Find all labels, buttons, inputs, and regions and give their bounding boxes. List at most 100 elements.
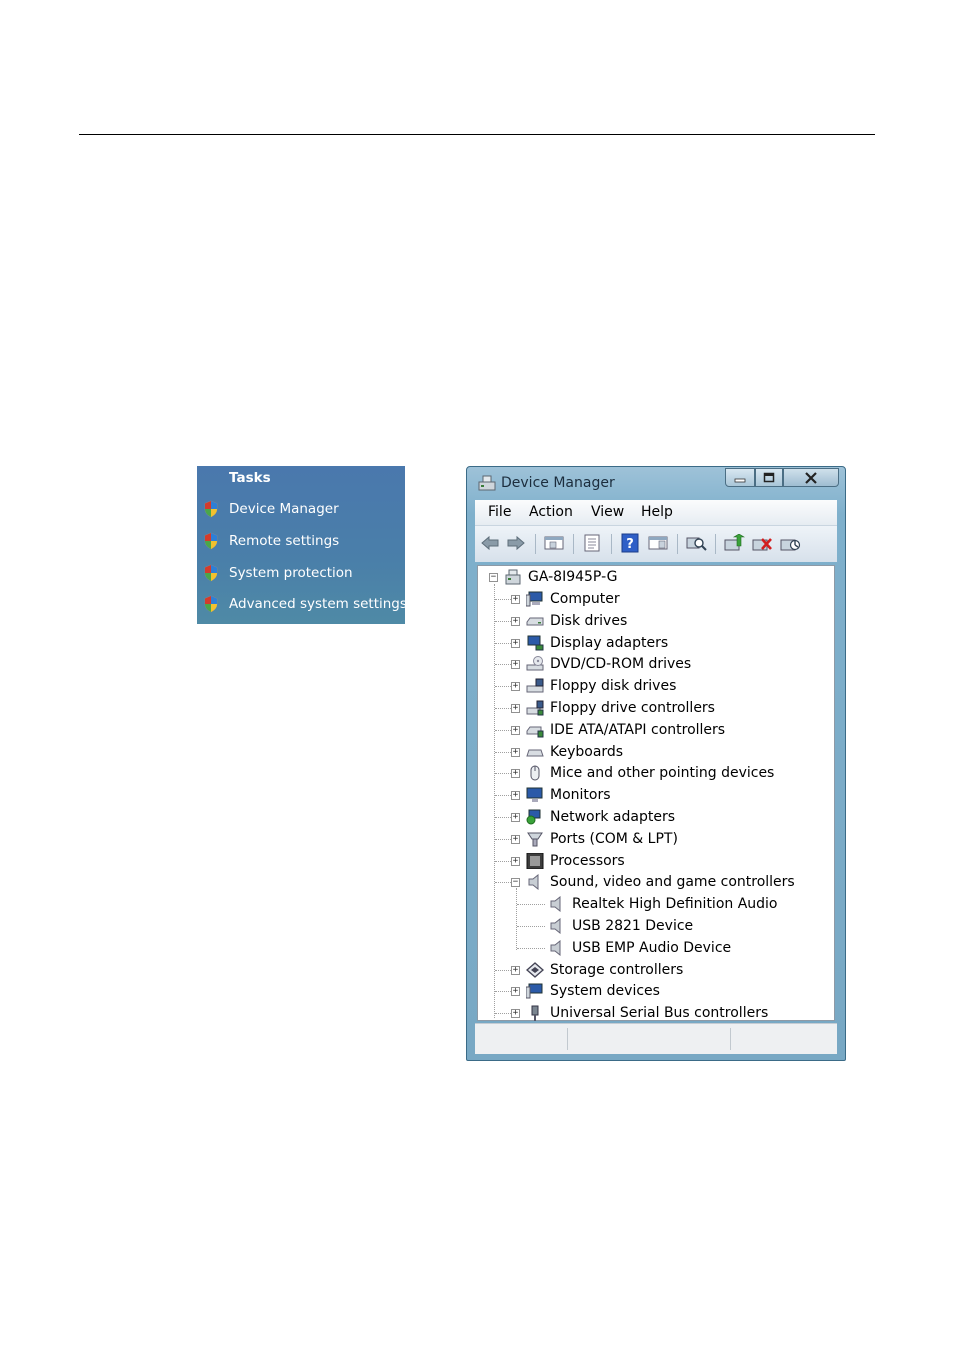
disable-device-icon (780, 539, 801, 551)
tree-item-system-devices[interactable]: System devices (526, 981, 660, 1001)
menu-view[interactable]: View (591, 504, 624, 520)
properties-button[interactable] (581, 532, 603, 554)
expand-toggle[interactable]: + (511, 682, 520, 692)
task-advanced-system-settings[interactable]: Advanced system settings (203, 593, 407, 615)
show-hide-console-tree-button[interactable] (543, 532, 565, 554)
view-button[interactable] (647, 532, 669, 554)
task-remote-settings[interactable]: Remote settings (203, 530, 339, 552)
tree-item-mice-and-other-pointing-devices[interactable]: Mice and other pointing devices (526, 763, 774, 783)
uninstall-button[interactable] (751, 532, 773, 554)
tree-item-label: Monitors (550, 787, 611, 804)
tree-item-usb-emp-audio-device[interactable]: USB EMP Audio Device (548, 938, 731, 958)
expand-toggle[interactable]: + (511, 987, 520, 997)
scan-hardware-button[interactable] (685, 532, 707, 554)
expand-toggle[interactable]: + (511, 769, 520, 779)
tree-item-disk-drives[interactable]: Disk drives (526, 611, 627, 631)
tree-item-ide-ata-atapi-controllers[interactable]: IDE ATA/ATAPI controllers (526, 720, 725, 740)
tree-item-processors[interactable]: Processors (526, 851, 625, 871)
close-button[interactable] (783, 468, 839, 487)
tree-item-keyboards[interactable]: Keyboards (526, 742, 623, 762)
tree-item-label: USB EMP Audio Device (572, 939, 732, 956)
shield-icon (204, 564, 218, 582)
shield-icon (204, 595, 218, 613)
tree-item-label: Ports (COM & LPT) (550, 830, 678, 847)
computer-icon (526, 591, 543, 607)
task-device-manager[interactable]: Device Manager (203, 498, 339, 520)
menu-file[interactable]: File (488, 504, 511, 520)
disk-drive-icon (526, 617, 544, 626)
floppy-controller-icon (526, 700, 544, 716)
expand-toggle[interactable]: + (511, 747, 520, 757)
task-system-protection[interactable]: System protection (203, 562, 353, 584)
help-button[interactable]: ? (619, 532, 641, 554)
tree-item-label: Floppy drive controllers (550, 700, 715, 716)
tree-item-dvd-cd-rom-drives[interactable]: DVD/CD-ROM drives (526, 654, 691, 674)
tree-item-monitors[interactable]: Monitors (526, 785, 611, 805)
expand-toggle[interactable]: + (511, 965, 520, 975)
usb-icon (531, 1005, 539, 1022)
system-devices-icon (526, 983, 543, 999)
task-label: Remote settings (229, 533, 340, 549)
tree-item-usb-2821-device[interactable]: USB 2821 Device (548, 916, 693, 936)
expand-toggle[interactable]: + (511, 725, 520, 735)
tree-item-computer[interactable]: Computer (526, 589, 620, 609)
expand-toggle[interactable]: + (511, 1009, 520, 1019)
expand-toggle[interactable]: + (511, 834, 520, 844)
tree-item-storage-controllers[interactable]: Storage controllers (526, 960, 683, 980)
tasks-title: Tasks (229, 470, 271, 486)
help-icon: ? (621, 533, 639, 553)
tree-item-sound-video-and-game-controllers[interactable]: Sound, video and game controllers (526, 872, 795, 892)
expand-toggle[interactable]: + (511, 616, 520, 626)
close-icon (805, 471, 817, 484)
expand-toggle[interactable]: + (511, 638, 520, 648)
uninstall-icon (752, 538, 772, 551)
expand-toggle[interactable]: + (511, 791, 520, 801)
console-tree-icon (544, 536, 564, 550)
maximize-button[interactable] (755, 468, 783, 487)
tree-item-floppy-disk-drives[interactable]: Floppy disk drives (526, 676, 676, 696)
expand-toggle[interactable]: + (511, 813, 520, 822)
expand-toggle[interactable]: + (511, 660, 520, 670)
update-driver-button[interactable] (723, 532, 745, 554)
tree-item-network-adapters[interactable]: Network adapters (526, 807, 675, 827)
back-button[interactable] (479, 532, 501, 554)
disable-device-button[interactable] (779, 532, 801, 554)
tree-item-floppy-drive-controllers[interactable]: Floppy drive controllers (526, 698, 715, 718)
task-label: Advanced system settings (229, 596, 407, 612)
toolbar: ? (475, 525, 837, 562)
computer-root-icon (505, 569, 521, 585)
expand-toggle[interactable]: + (511, 704, 520, 713)
tree-item-label: IDE ATA/ATAPI controllers (550, 721, 726, 738)
forward-arrow-icon (507, 535, 525, 551)
expand-toggle[interactable]: + (511, 595, 520, 604)
collapse-toggle[interactable]: − (511, 878, 520, 888)
expand-toggle[interactable]: + (511, 856, 520, 866)
speaker-icon (550, 939, 561, 956)
forward-button[interactable] (505, 532, 527, 554)
page-top-rule (79, 134, 875, 135)
port-icon (527, 832, 543, 847)
tree-item-label: Computer (550, 591, 620, 607)
minimize-button[interactable] (725, 468, 755, 487)
tree-item-label: Storage controllers (550, 961, 684, 978)
tree-root[interactable]: GA-8I945P-G (504, 567, 617, 587)
menu-help[interactable]: Help (641, 504, 673, 520)
menu-action[interactable]: Action (529, 504, 573, 520)
tree-item-label: Disk drives (550, 612, 628, 629)
tree-item-label: Display adapters (550, 634, 669, 651)
tree-item-ports-com-lpt[interactable]: Ports (COM & LPT) (526, 829, 678, 849)
shield-icon (204, 532, 218, 550)
tree-item-label: Sound, video and game controllers (550, 874, 795, 891)
tree-item-display-adapters[interactable]: Display adapters (526, 633, 668, 653)
storage-controller-icon (526, 961, 544, 978)
view-icon (648, 536, 668, 550)
back-arrow-icon (481, 535, 499, 551)
processor-icon (526, 852, 544, 869)
dvd-drive-icon (526, 656, 544, 671)
speaker-icon (550, 896, 561, 913)
collapse-toggle[interactable]: − (489, 573, 498, 582)
speaker-icon (528, 874, 539, 891)
tree-item-realtek-high-definition-audio[interactable]: Realtek High Definition Audio (548, 894, 778, 914)
tree-item-universal-serial-bus-controllers[interactable]: Universal Serial Bus controllers (526, 1003, 768, 1023)
scan-hardware-icon (686, 537, 707, 551)
